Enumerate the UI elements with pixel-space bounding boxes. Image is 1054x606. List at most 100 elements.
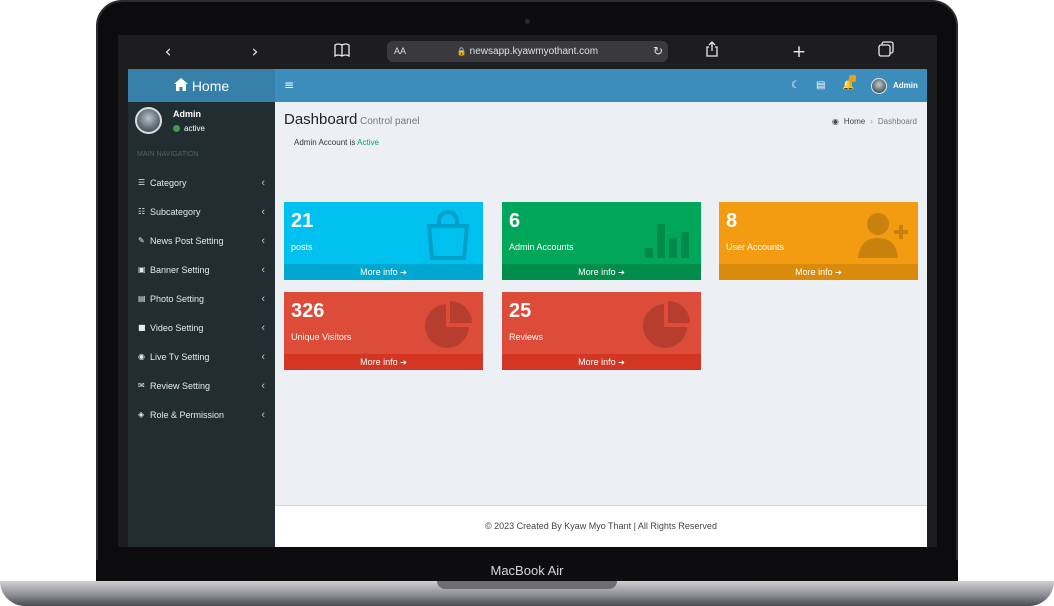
- sidebar-item-label: Photo Setting: [150, 293, 205, 304]
- chevron-left-icon: ‹: [261, 321, 265, 334]
- address-bar[interactable]: AA 🔒 newsapp.kyawmyothant.com ↻: [387, 41, 668, 62]
- reload-icon[interactable]: ↻: [653, 41, 663, 62]
- sidebar-item-role-permission[interactable]: ◈ Role & Permission ‹: [128, 400, 275, 429]
- chevron-left-icon[interactable]: ‹: [157, 41, 179, 63]
- home-label: Home: [191, 77, 230, 94]
- stat-label: User Accounts: [726, 242, 785, 252]
- chevron-left-icon: ‹: [261, 263, 265, 276]
- list-ol-icon: ☷: [138, 207, 146, 216]
- bookmarks-icon[interactable]: [331, 41, 353, 63]
- arrow-circle-right-icon: ➔: [400, 268, 407, 277]
- stat-number: 8: [726, 210, 738, 232]
- font-icon: ▣: [138, 265, 146, 274]
- blog-icon: ✎: [138, 236, 145, 245]
- stat-box-posts: 21 posts More info ➔: [284, 202, 483, 280]
- chevron-left-icon: ‹: [261, 234, 265, 247]
- account-status-value: Active: [357, 138, 379, 147]
- arrow-circle-right-icon: ➔: [835, 268, 842, 277]
- stat-box-unique-visitors: 326 Unique Visitors More info ➔: [284, 292, 483, 370]
- sidebar-item-label: News Post Setting: [150, 235, 224, 246]
- sidebar-item-banner-setting[interactable]: ▣ Banner Setting ‹: [128, 255, 275, 284]
- sidebar-item-subcategory[interactable]: ☷ Subcategory ‹: [128, 197, 275, 226]
- breadcrumb-home[interactable]: Home: [844, 117, 865, 126]
- more-info-label: More info: [795, 267, 833, 277]
- user-plus-icon: [858, 210, 908, 260]
- chevron-left-icon: ‹: [261, 379, 265, 392]
- stat-box-admin-accounts: 6 Admin Accounts More info ➔: [502, 202, 701, 280]
- sidebar-item-photo-setting[interactable]: ▤ Photo Setting ‹: [128, 284, 275, 313]
- url-label: newsapp.kyawmyothant.com: [469, 46, 599, 57]
- browser-toolbar: ‹ › AA 🔒 newsapp.kyawmyothant.com ↻ +: [118, 35, 937, 69]
- sidebar-item-label: Live Tv Setting: [150, 351, 210, 362]
- more-info-link[interactable]: More info ➔: [719, 264, 918, 280]
- home-icon: [173, 77, 188, 94]
- newspaper-icon[interactable]: ▤: [816, 69, 825, 102]
- sidebar-item-label: Review Setting: [150, 380, 211, 391]
- sidebar-item-label: Banner Setting: [150, 264, 210, 275]
- chevron-right-icon[interactable]: ›: [244, 41, 266, 63]
- more-info-link[interactable]: More info ➔: [284, 264, 483, 280]
- more-info-link[interactable]: More info ➔: [284, 354, 483, 370]
- stat-number: 326: [291, 300, 325, 322]
- arrow-circle-right-icon: ➔: [400, 358, 407, 367]
- more-info-label: More info: [360, 357, 398, 367]
- breadcrumb-separator: ›: [870, 117, 873, 126]
- notification-badge: [849, 75, 856, 82]
- stat-number: 6: [509, 210, 521, 232]
- share-icon[interactable]: [701, 41, 723, 63]
- shopping-bag-icon: [423, 210, 473, 260]
- page-title: Dashboard: [284, 111, 358, 128]
- home-logo-link[interactable]: Home: [128, 69, 275, 102]
- stat-box-user-accounts: 8 User Accounts More info ➔: [719, 202, 918, 280]
- more-info-link[interactable]: More info ➔: [502, 354, 701, 370]
- sidebar-item-news-post-setting[interactable]: ✎ News Post Setting ‹: [128, 226, 275, 255]
- lock-icon: 🔒: [456, 47, 467, 56]
- more-info-link[interactable]: More info ➔: [502, 264, 701, 280]
- sidebar-item-video-setting[interactable]: ■ Video Setting ‹: [128, 313, 275, 342]
- sidebar-item-live-tv-setting[interactable]: ◉ Live Tv Setting ‹: [128, 342, 275, 371]
- more-info-label: More info: [578, 267, 616, 277]
- sidebar-toggle-icon[interactable]: ≡: [284, 69, 294, 102]
- sidebar: Home Admin active MAIN NAVIGATION ☰ Cate…: [128, 69, 275, 547]
- stat-label: posts: [291, 242, 313, 252]
- breadcrumb-current: Dashboard: [877, 117, 917, 126]
- dot-circle-icon: ◉: [138, 352, 145, 361]
- account-status: Admin Account is Active: [294, 138, 379, 147]
- screen: ‹ › AA 🔒 newsapp.kyawmyothant.com ↻ + Ho…: [118, 35, 937, 547]
- avatar: [135, 107, 162, 134]
- arrow-circle-right-icon: ➔: [618, 268, 625, 277]
- url-text: 🔒 newsapp.kyawmyothant.com: [387, 41, 668, 62]
- pie-chart-icon: [423, 300, 473, 350]
- images-icon: ▤: [138, 294, 146, 303]
- comments-icon: ✉: [138, 381, 145, 390]
- footer: © 2023 Created By Kyaw Myo Thant | All R…: [275, 505, 927, 547]
- new-tab-icon[interactable]: +: [788, 41, 810, 63]
- user-menu-label[interactable]: Admin: [893, 69, 918, 102]
- page-subtitle: Control panel: [360, 116, 420, 127]
- online-dot-icon: [173, 125, 180, 132]
- breadcrumb: ◉ Home › Dashboard: [832, 117, 917, 126]
- stat-label: Unique Visitors: [291, 332, 352, 342]
- stat-label: Admin Accounts: [509, 242, 574, 252]
- chevron-left-icon: ‹: [261, 292, 265, 305]
- screen-bezel-left: [118, 69, 128, 547]
- moon-icon[interactable]: ☾: [791, 69, 800, 102]
- camera: [525, 19, 530, 24]
- stat-label: Reviews: [509, 332, 544, 342]
- arrow-circle-right-icon: ➔: [618, 358, 625, 367]
- sidebar-item-category[interactable]: ☰ Category ‹: [128, 168, 275, 197]
- chevron-left-icon: ‹: [261, 408, 265, 421]
- user-avatar[interactable]: [871, 78, 887, 94]
- chevron-left-icon: ‹: [261, 350, 265, 363]
- sidebar-item-label: Video Setting: [150, 322, 204, 333]
- chevron-left-icon: ‹: [261, 205, 265, 218]
- bell-icon[interactable]: 🔔: [842, 69, 854, 102]
- more-info-label: More info: [578, 357, 616, 367]
- sidebar-item-review-setting[interactable]: ✉ Review Setting ‹: [128, 371, 275, 400]
- screen-bezel-right: [927, 69, 937, 547]
- stat-number: 21: [291, 210, 314, 232]
- laptop-brand: MacBook Air: [490, 563, 564, 578]
- user-status: active: [173, 124, 205, 133]
- tabs-icon[interactable]: [875, 41, 897, 63]
- main-content: Dashboard Control panel ◉ Home › Dashboa…: [275, 102, 927, 505]
